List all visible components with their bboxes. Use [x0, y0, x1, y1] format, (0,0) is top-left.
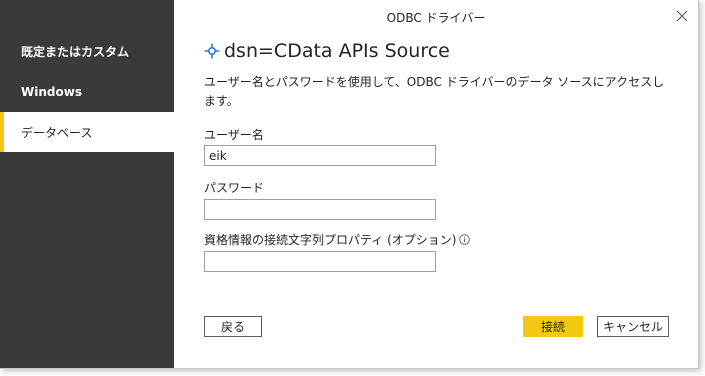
page-title-text: dsn=CData APIs Source — [224, 40, 450, 62]
password-field[interactable] — [204, 199, 436, 220]
connection-icon — [204, 43, 220, 59]
password-label: パスワード — [204, 181, 265, 195]
back-button[interactable]: 戻る — [204, 316, 262, 337]
username-field[interactable] — [204, 145, 436, 166]
dialog-title-text: ODBC ドライバー — [386, 10, 486, 25]
username-label: ユーザー名 — [204, 128, 264, 142]
sidebar-item-database[interactable]: データベース — [0, 112, 174, 152]
cancel-button[interactable]: キャンセル — [597, 316, 669, 337]
info-icon[interactable] — [459, 234, 471, 245]
credential-props-field[interactable] — [204, 251, 436, 272]
close-icon — [676, 10, 688, 22]
dialog-title: ODBC ドライバー — [174, 0, 698, 34]
close-button[interactable] — [672, 6, 692, 26]
sidebar-item-label: データベース — [21, 125, 93, 140]
sidebar-item-label: 既定またはカスタム — [21, 44, 130, 59]
sidebar-item-default-custom[interactable]: 既定またはカスタム — [0, 31, 174, 71]
credential-props-label: 資格情報の接続文字列プロパティ (オプション) — [204, 231, 471, 248]
connect-button[interactable]: 接続 — [523, 316, 583, 337]
sidebar-item-windows[interactable]: Windows — [0, 72, 174, 112]
page-title: dsn=CData APIs Source — [204, 38, 450, 64]
description-text: ユーザー名とパスワードを使用して、ODBC ドライバーのデータ ソースにアクセス… — [204, 75, 665, 108]
odbc-dialog: 既定またはカスタム Windows データベース ODBC ドライバー dsn=… — [0, 0, 699, 369]
sidebar: 既定またはカスタム Windows データベース — [0, 0, 174, 368]
sidebar-item-label: Windows — [21, 85, 82, 99]
